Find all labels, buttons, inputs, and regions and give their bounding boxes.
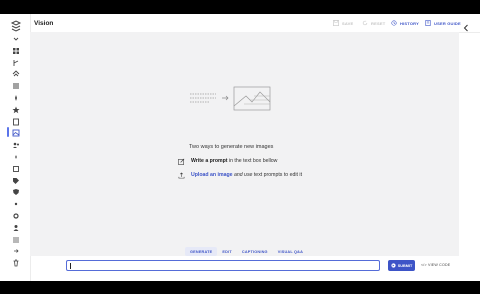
star-small-icon[interactable] — [11, 152, 21, 162]
code-icon: </> — [421, 263, 427, 267]
option-upload-image: Upload an image and use text prompts to … — [177, 171, 302, 179]
prompt-input[interactable] — [66, 260, 380, 271]
tab-visual-qa[interactable]: VISUAL Q&A — [273, 247, 308, 256]
upload-rest-text: text prompts to edit it — [252, 172, 303, 178]
send-icon — [391, 262, 396, 269]
write-prompt-rest: in the text box bellow — [227, 158, 278, 164]
gear-icon[interactable] — [11, 211, 21, 221]
person-icon[interactable] — [11, 223, 21, 233]
star-icon[interactable] — [11, 105, 21, 115]
sparkle-icon[interactable] — [11, 93, 21, 103]
view-code-label: VIEW CODE — [428, 263, 451, 267]
app-logo-icon[interactable] — [10, 19, 22, 32]
sidebar — [0, 14, 31, 281]
view-code-link[interactable]: </> VIEW CODE — [421, 263, 450, 267]
reset-label: RESET — [371, 21, 386, 26]
transform-illustration-icon — [188, 84, 272, 112]
workspace-canvas: Two ways to generate new images Write a … — [30, 32, 459, 256]
book-icon — [425, 20, 431, 27]
arrow-icon[interactable] — [11, 246, 21, 256]
reset-icon — [362, 20, 368, 27]
empty-state-heading: Two ways to generate new images — [189, 144, 274, 150]
page-title: Vision — [34, 20, 54, 27]
header: Vision SAVE RESET HISTORY USER GUIDE — [31, 14, 480, 33]
write-prompt-text: Write a prompt — [191, 158, 228, 164]
grid-icon[interactable] — [11, 46, 21, 56]
save-label: SAVE — [342, 21, 354, 26]
app-window: Vision SAVE RESET HISTORY USER GUIDE Two… — [0, 14, 480, 281]
option-write-prompt: Write a prompt in the text box bellow — [177, 157, 277, 165]
history-button[interactable]: HISTORY — [391, 20, 419, 27]
shield-icon[interactable] — [11, 187, 21, 197]
stack-icon[interactable] — [11, 81, 21, 91]
image-icon[interactable] — [11, 128, 21, 138]
history-icon — [391, 20, 397, 27]
edit-icon — [177, 157, 185, 165]
document-icon[interactable] — [11, 117, 21, 127]
chevron-left-icon — [463, 24, 468, 32]
user-guide-button[interactable]: USER GUIDE — [425, 20, 461, 27]
save-icon — [333, 20, 339, 27]
trash-icon[interactable] — [11, 258, 21, 268]
upload-image-link[interactable]: Upload an image — [191, 172, 233, 178]
list-icon[interactable] — [11, 235, 21, 245]
collapse-panel-button[interactable] — [462, 19, 470, 32]
submit-button[interactable]: SUBMIT — [388, 260, 415, 271]
layers-icon[interactable] — [11, 69, 21, 79]
save-button[interactable]: SAVE — [333, 20, 353, 27]
submit-label: SUBMIT — [397, 263, 413, 268]
chevron-icon[interactable] — [11, 34, 21, 44]
upload-icon — [177, 171, 185, 179]
history-label: HISTORY — [400, 21, 419, 26]
tag-icon[interactable] — [11, 176, 21, 186]
branch-icon[interactable] — [11, 58, 21, 68]
upload-italic-text: and use — [232, 172, 253, 178]
dot-icon[interactable] — [11, 199, 21, 209]
tab-edit[interactable]: EDIT — [217, 247, 236, 256]
sidebar-active-indicator — [7, 127, 9, 137]
mode-tabs: GENERATE EDIT CAPTIONING VISUAL Q&A — [185, 247, 308, 256]
tab-generate[interactable]: GENERATE — [185, 247, 218, 256]
text-caret — [70, 263, 71, 269]
people-icon[interactable] — [11, 140, 21, 150]
box-icon[interactable] — [11, 164, 21, 174]
tab-captioning[interactable]: CAPTIONING — [237, 247, 273, 256]
user-guide-label: USER GUIDE — [434, 21, 461, 26]
reset-button[interactable]: RESET — [362, 20, 385, 27]
